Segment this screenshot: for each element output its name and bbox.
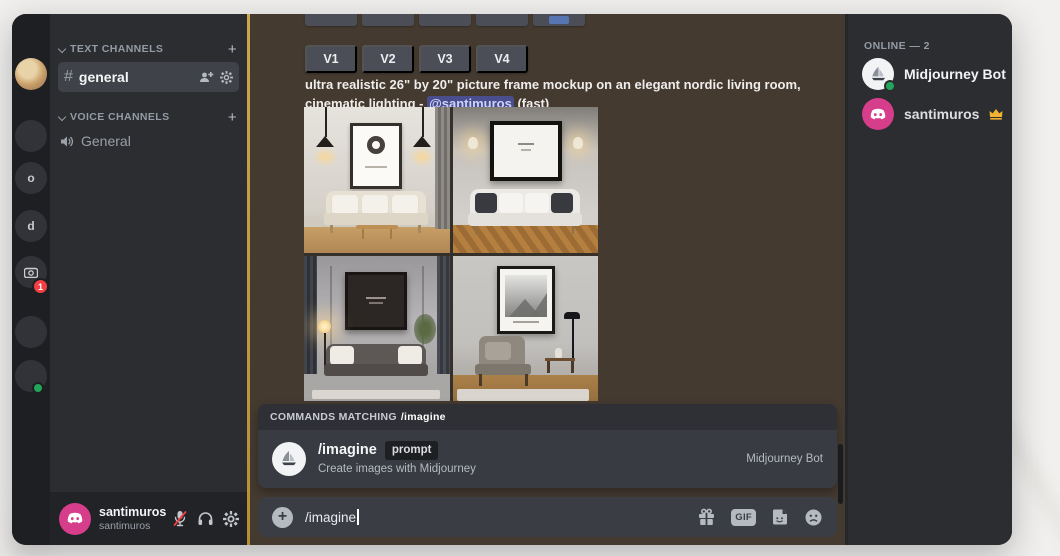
variation-button-v4[interactable]: V4 (476, 45, 528, 73)
server-rail: o d 1 (12, 14, 50, 545)
upscale-button[interactable] (476, 14, 528, 26)
sailboat-icon (279, 449, 299, 469)
reroll-button[interactable] (533, 14, 585, 26)
palette-header-command: /imagine (401, 411, 446, 423)
generated-image-1[interactable] (304, 107, 450, 253)
username: santimuros (99, 505, 164, 519)
message-input-bar: + /imagine GIF (258, 497, 837, 537)
command-source: Midjourney Bot (746, 453, 823, 465)
discord-logo-icon (869, 108, 887, 121)
user-area: santimuros santimuros (50, 492, 247, 545)
online-section-header: ONLINE — 2 (864, 40, 930, 52)
speaker-icon (60, 135, 74, 148)
notification-badge: 1 (32, 278, 49, 295)
variation-button-v2[interactable]: V2 (362, 45, 414, 73)
chat-area: V1 V2 V3 V4 ultra realistic 26" by 20" p… (250, 14, 845, 545)
sailboat-icon (869, 65, 888, 84)
generated-image-2[interactable] (453, 107, 599, 253)
midjourney-image-grid[interactable] (304, 107, 598, 401)
member-row-midjourney-bot[interactable]: Midjourney Bot ✓ BOT (856, 56, 1012, 92)
command-option-imagine[interactable]: /imagine prompt Create images with Midjo… (258, 430, 837, 488)
channel-sidebar: TEXT CHANNELS + # general (50, 14, 247, 545)
member-avatar (862, 98, 894, 130)
text-caret (357, 509, 359, 525)
member-name: santimuros (904, 106, 979, 122)
server-icon[interactable]: d (15, 210, 47, 242)
upscale-button-row-cropped (305, 14, 585, 26)
member-name: Midjourney Bot (904, 66, 1006, 82)
channel-general[interactable]: # general (58, 62, 239, 92)
upscale-button[interactable] (419, 14, 471, 26)
voice-channel-name: General (81, 133, 131, 149)
microphone-muted-icon[interactable] (172, 510, 188, 527)
user-tag: santimuros (99, 520, 164, 532)
member-row-santimuros[interactable]: santimuros (856, 96, 1012, 132)
voice-channel-general[interactable]: General (50, 128, 247, 154)
create-channel-button[interactable]: + (228, 110, 237, 125)
voice-channels-category[interactable]: VOICE CHANNELS + (50, 106, 247, 128)
variation-button-v3[interactable]: V3 (419, 45, 471, 73)
user-settings-gear-icon[interactable] (223, 511, 239, 527)
create-channel-button[interactable]: + (228, 42, 237, 57)
text-channels-category[interactable]: TEXT CHANNELS + (50, 38, 247, 60)
generated-image-3[interactable] (304, 256, 450, 402)
server-icon-avatar[interactable] (15, 58, 47, 90)
server-icon[interactable] (15, 316, 47, 348)
sticker-icon[interactable] (771, 508, 789, 526)
generated-image-4[interactable] (453, 256, 599, 402)
gift-icon[interactable] (697, 508, 716, 526)
channel-name: general (79, 69, 193, 85)
command-description: Create images with Midjourney (318, 462, 734, 477)
gif-picker-icon[interactable]: GIF (731, 509, 756, 526)
server-icon[interactable]: o (15, 162, 47, 194)
midjourney-bot-avatar (862, 58, 894, 90)
invite-members-icon[interactable] (199, 71, 214, 83)
command-argument: prompt (385, 441, 439, 460)
upscale-button[interactable] (362, 14, 414, 26)
member-list-panel: ONLINE — 2 Midjourney Bot ✓ BOT (848, 14, 1012, 545)
command-name: /imagine (318, 441, 377, 460)
server-icon[interactable] (15, 120, 47, 152)
message-input[interactable]: /imagine (305, 509, 685, 525)
online-status-dot (884, 80, 896, 92)
category-label: VOICE CHANNELS (70, 111, 170, 123)
camera-icon (24, 267, 38, 278)
variation-button-v1[interactable]: V1 (305, 45, 357, 73)
prompt-text-line1: ultra realistic 26" by 20" picture frame… (305, 76, 845, 95)
upscale-button[interactable] (305, 14, 357, 26)
server-owner-crown-icon (989, 108, 1003, 120)
chat-scrollbar[interactable] (838, 14, 843, 545)
hashtag-icon: # (64, 68, 73, 86)
online-status-dot (32, 382, 44, 394)
attach-plus-icon[interactable]: + (272, 507, 293, 528)
palette-header: COMMANDS MATCHING /imagine (258, 404, 837, 430)
server-initial: d (27, 219, 34, 233)
server-initial: o (27, 171, 34, 185)
channel-settings-gear-icon[interactable] (220, 71, 233, 84)
headphones-icon[interactable] (197, 511, 214, 526)
category-label: TEXT CHANNELS (70, 43, 163, 55)
variation-button-row: V1 V2 V3 V4 (305, 45, 528, 73)
discord-app-window: o d 1 TEXT CHANNELS + # general (12, 14, 1012, 545)
command-autocomplete-panel: COMMANDS MATCHING /imagine /imagine prom… (258, 404, 837, 488)
scrollbar-thumb[interactable] (838, 444, 843, 504)
discord-logo-icon (66, 512, 84, 525)
emoji-icon[interactable] (804, 508, 823, 527)
chevron-down-icon (58, 45, 66, 53)
chevron-down-icon (58, 113, 66, 121)
midjourney-bot-avatar (272, 442, 306, 476)
user-names[interactable]: santimuros santimuros (99, 505, 164, 531)
user-avatar[interactable] (59, 503, 91, 535)
